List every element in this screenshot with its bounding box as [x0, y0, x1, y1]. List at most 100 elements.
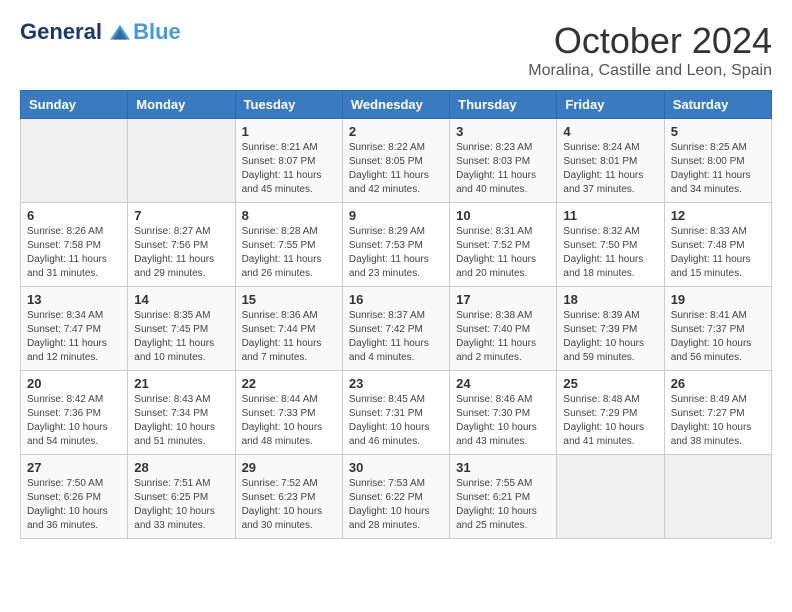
day-number: 17: [456, 292, 550, 307]
day-info: Sunrise: 8:34 AM Sunset: 7:47 PM Dayligh…: [27, 309, 121, 365]
day-number: 3: [456, 124, 550, 139]
day-info: Sunrise: 8:42 AM Sunset: 7:36 PM Dayligh…: [27, 393, 121, 449]
day-number: 28: [134, 460, 228, 475]
week-row-1: 1 Sunrise: 8:21 AM Sunset: 8:07 PM Daylig…: [21, 119, 772, 203]
day-number: 5: [671, 124, 765, 139]
day-cell: 2 Sunrise: 8:22 AM Sunset: 8:05 PM Daylig…: [342, 119, 449, 203]
day-info: Sunrise: 8:46 AM Sunset: 7:30 PM Dayligh…: [456, 393, 550, 449]
day-cell: 12Sunrise: 8:33 AM Sunset: 7:48 PM Dayli…: [664, 203, 771, 287]
day-cell: 20 Sunrise: 8:42 AM Sunset: 7:36 PM Dayli…: [21, 371, 128, 455]
day-cell: 10Sunrise: 8:31 AM Sunset: 7:52 PM Dayli…: [450, 203, 557, 287]
day-cell: 26 Sunrise: 8:49 AM Sunset: 7:27 PM Dayli…: [664, 371, 771, 455]
day-number: 6: [27, 208, 121, 223]
day-cell: 25 Sunrise: 8:48 AM Sunset: 7:29 PM Dayli…: [557, 371, 664, 455]
day-info: Sunrise: 8:39 AM Sunset: 7:39 PM Dayligh…: [563, 309, 657, 365]
week-row-3: 13 Sunrise: 8:34 AM Sunset: 7:47 PM Dayli…: [21, 287, 772, 371]
header-cell-saturday: Saturday: [664, 91, 771, 119]
day-info: Sunrise: 8:27 AM Sunset: 7:56 PM Dayligh…: [134, 225, 228, 281]
day-number: 18: [563, 292, 657, 307]
day-cell: 29 Sunrise: 7:52 AM Sunset: 6:23 PM Dayli…: [235, 455, 342, 539]
day-number: 25: [563, 376, 657, 391]
header-cell-tuesday: Tuesday: [235, 91, 342, 119]
calendar-body: 1 Sunrise: 8:21 AM Sunset: 8:07 PM Daylig…: [21, 119, 772, 539]
header-cell-wednesday: Wednesday: [342, 91, 449, 119]
day-number: 26: [671, 376, 765, 391]
day-info: Sunrise: 8:35 AM Sunset: 7:45 PM Dayligh…: [134, 309, 228, 365]
day-number: 9: [349, 208, 443, 223]
day-info: Sunrise: 8:33 AM Sunset: 7:48 PM Dayligh…: [671, 225, 765, 281]
day-number: 14: [134, 292, 228, 307]
day-info: Sunrise: 8:26 AM Sunset: 7:58 PM Dayligh…: [27, 225, 121, 281]
week-row-4: 20 Sunrise: 8:42 AM Sunset: 7:36 PM Dayli…: [21, 371, 772, 455]
day-cell: 14 Sunrise: 8:35 AM Sunset: 7:45 PM Dayli…: [128, 287, 235, 371]
day-cell: 24Sunrise: 8:46 AM Sunset: 7:30 PM Dayli…: [450, 371, 557, 455]
logo-icon: [109, 22, 131, 44]
day-info: Sunrise: 8:48 AM Sunset: 7:29 PM Dayligh…: [563, 393, 657, 449]
day-cell: 9 Sunrise: 8:29 AM Sunset: 7:53 PM Daylig…: [342, 203, 449, 287]
day-info: Sunrise: 8:25 AM Sunset: 8:00 PM Dayligh…: [671, 141, 765, 197]
day-info: Sunrise: 8:22 AM Sunset: 8:05 PM Dayligh…: [349, 141, 443, 197]
day-number: 13: [27, 292, 121, 307]
day-info: Sunrise: 8:41 AM Sunset: 7:37 PM Dayligh…: [671, 309, 765, 365]
day-cell: [557, 455, 664, 539]
day-info: Sunrise: 8:21 AM Sunset: 8:07 PM Dayligh…: [242, 141, 336, 197]
day-number: 15: [242, 292, 336, 307]
day-number: 2: [349, 124, 443, 139]
day-cell: 3 Sunrise: 8:23 AM Sunset: 8:03 PM Daylig…: [450, 119, 557, 203]
day-info: Sunrise: 8:28 AM Sunset: 7:55 PM Dayligh…: [242, 225, 336, 281]
day-cell: 28 Sunrise: 7:51 AM Sunset: 6:25 PM Dayli…: [128, 455, 235, 539]
day-cell: 19 Sunrise: 8:41 AM Sunset: 7:37 PM Dayli…: [664, 287, 771, 371]
day-number: 31: [456, 460, 550, 475]
day-number: 29: [242, 460, 336, 475]
calendar-table: SundayMondayTuesdayWednesdayThursdayFrid…: [20, 90, 772, 539]
day-number: 19: [671, 292, 765, 307]
day-number: 11: [563, 208, 657, 223]
day-cell: 31 Sunrise: 7:55 AM Sunset: 6:21 PM Dayli…: [450, 455, 557, 539]
logo-text: General: [20, 20, 131, 44]
calendar-header: SundayMondayTuesdayWednesdayThursdayFrid…: [21, 91, 772, 119]
day-info: Sunrise: 8:23 AM Sunset: 8:03 PM Dayligh…: [456, 141, 550, 197]
day-info: Sunrise: 7:52 AM Sunset: 6:23 PM Dayligh…: [242, 477, 336, 533]
day-info: Sunrise: 8:38 AM Sunset: 7:40 PM Dayligh…: [456, 309, 550, 365]
logo: General Blue: [20, 20, 181, 44]
day-info: Sunrise: 7:53 AM Sunset: 6:22 PM Dayligh…: [349, 477, 443, 533]
day-cell: 7Sunrise: 8:27 AM Sunset: 7:56 PM Daylig…: [128, 203, 235, 287]
day-number: 4: [563, 124, 657, 139]
month-title: October 2024: [528, 20, 772, 62]
day-info: Sunrise: 8:45 AM Sunset: 7:31 PM Dayligh…: [349, 393, 443, 449]
day-cell: [21, 119, 128, 203]
day-cell: 8Sunrise: 8:28 AM Sunset: 7:55 PM Daylig…: [235, 203, 342, 287]
day-number: 27: [27, 460, 121, 475]
day-info: Sunrise: 8:31 AM Sunset: 7:52 PM Dayligh…: [456, 225, 550, 281]
day-cell: 16 Sunrise: 8:37 AM Sunset: 7:42 PM Dayli…: [342, 287, 449, 371]
header-row: SundayMondayTuesdayWednesdayThursdayFrid…: [21, 91, 772, 119]
day-cell: 15 Sunrise: 8:36 AM Sunset: 7:44 PM Dayli…: [235, 287, 342, 371]
day-info: Sunrise: 8:49 AM Sunset: 7:27 PM Dayligh…: [671, 393, 765, 449]
day-info: Sunrise: 8:36 AM Sunset: 7:44 PM Dayligh…: [242, 309, 336, 365]
day-info: Sunrise: 8:24 AM Sunset: 8:01 PM Dayligh…: [563, 141, 657, 197]
day-number: 16: [349, 292, 443, 307]
day-cell: 30Sunrise: 7:53 AM Sunset: 6:22 PM Dayli…: [342, 455, 449, 539]
day-cell: 17 Sunrise: 8:38 AM Sunset: 7:40 PM Dayli…: [450, 287, 557, 371]
day-number: 23: [349, 376, 443, 391]
header-cell-monday: Monday: [128, 91, 235, 119]
day-cell: 13 Sunrise: 8:34 AM Sunset: 7:47 PM Dayli…: [21, 287, 128, 371]
logo-line2: Blue: [133, 20, 181, 44]
day-number: 1: [242, 124, 336, 139]
day-info: Sunrise: 8:29 AM Sunset: 7:53 PM Dayligh…: [349, 225, 443, 281]
day-info: Sunrise: 8:37 AM Sunset: 7:42 PM Dayligh…: [349, 309, 443, 365]
day-info: Sunrise: 8:43 AM Sunset: 7:34 PM Dayligh…: [134, 393, 228, 449]
day-cell: 18 Sunrise: 8:39 AM Sunset: 7:39 PM Dayli…: [557, 287, 664, 371]
day-number: 22: [242, 376, 336, 391]
day-number: 21: [134, 376, 228, 391]
day-cell: 11Sunrise: 8:32 AM Sunset: 7:50 PM Dayli…: [557, 203, 664, 287]
day-info: Sunrise: 8:44 AM Sunset: 7:33 PM Dayligh…: [242, 393, 336, 449]
day-number: 20: [27, 376, 121, 391]
header: General Blue October 2024 Moralina, Cast…: [20, 20, 772, 80]
day-info: Sunrise: 7:55 AM Sunset: 6:21 PM Dayligh…: [456, 477, 550, 533]
day-cell: 5 Sunrise: 8:25 AM Sunset: 8:00 PM Daylig…: [664, 119, 771, 203]
day-cell: 6 Sunrise: 8:26 AM Sunset: 7:58 PM Daylig…: [21, 203, 128, 287]
day-info: Sunrise: 7:51 AM Sunset: 6:25 PM Dayligh…: [134, 477, 228, 533]
header-cell-friday: Friday: [557, 91, 664, 119]
day-cell: 1 Sunrise: 8:21 AM Sunset: 8:07 PM Daylig…: [235, 119, 342, 203]
